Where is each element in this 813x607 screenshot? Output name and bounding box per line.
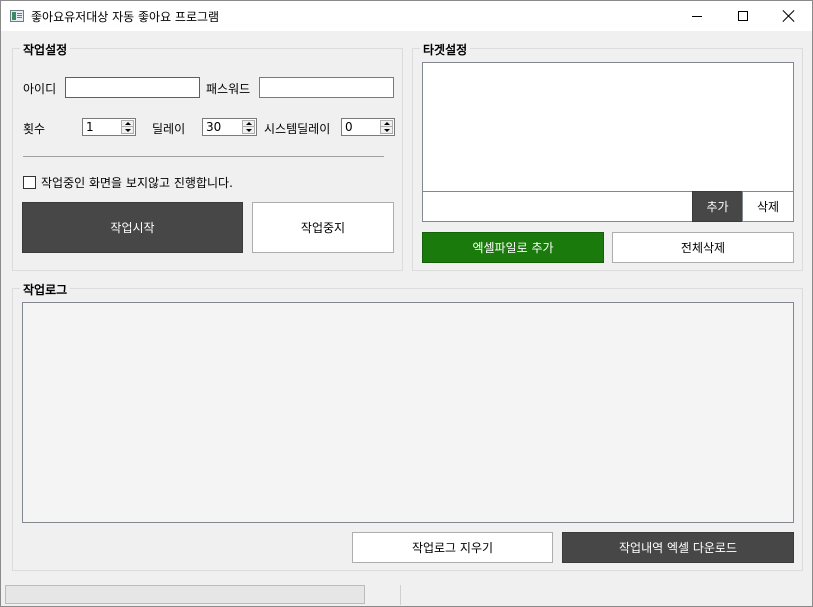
- count-label: 횟수: [23, 122, 46, 136]
- target-input[interactable]: [423, 192, 692, 221]
- add-target-button[interactable]: 추가: [692, 191, 743, 222]
- app-window-icon: [10, 10, 24, 22]
- download-excel-button[interactable]: 작업내역 엑셀 다운로드: [562, 532, 794, 563]
- system-delay-spin-buttons: [380, 120, 393, 134]
- maximize-icon: [738, 11, 748, 21]
- id-field[interactable]: [65, 77, 200, 98]
- delay-decrement-button[interactable]: [243, 127, 254, 133]
- arrow-up-icon: [245, 122, 252, 125]
- delete-all-button[interactable]: 전체삭제: [612, 232, 794, 263]
- task-settings-group: 작업설정 아이디 패스워드 횟수 1 딜레이 30 시스템딜레이 0 작업중인 …: [12, 41, 403, 271]
- clear-log-button[interactable]: 작업로그 지우기: [352, 532, 553, 563]
- system-delay-label: 시스템딜레이: [264, 122, 331, 136]
- count-value: 1: [86, 120, 94, 134]
- task-settings-title: 작업설정: [20, 41, 71, 58]
- minimize-icon: [692, 15, 702, 17]
- start-task-button[interactable]: 작업시작: [22, 202, 243, 253]
- arrow-up-icon: [383, 122, 390, 125]
- system-delay-stepper[interactable]: 0: [341, 118, 395, 136]
- progress-bar: [5, 585, 365, 604]
- arrow-down-icon: [383, 128, 390, 132]
- target-settings-group: 타겟설정 추가 삭제 엑셀파일로 추가 전체삭제: [412, 41, 803, 271]
- password-input[interactable]: [260, 78, 393, 97]
- id-label: 아이디: [23, 82, 57, 96]
- count-spin-buttons: [121, 120, 134, 134]
- title-bar[interactable]: 좋아요유저대상 자동 좋아요 프로그램: [1, 1, 812, 31]
- hide-browser-label[interactable]: 작업중인 화면을 보지않고 진행합니다.: [41, 174, 233, 191]
- delay-value: 30: [206, 120, 222, 134]
- password-field[interactable]: [259, 77, 394, 98]
- close-icon: [783, 10, 795, 22]
- status-divider: [400, 585, 401, 605]
- password-label: 패스워드: [206, 82, 251, 96]
- id-input[interactable]: [66, 78, 199, 97]
- target-settings-title: 타겟설정: [420, 41, 471, 58]
- target-list[interactable]: [422, 62, 794, 192]
- system-delay-decrement-button[interactable]: [381, 127, 392, 133]
- count-stepper[interactable]: 1: [82, 118, 136, 136]
- arrow-down-icon: [245, 128, 252, 132]
- count-decrement-button[interactable]: [122, 127, 133, 133]
- work-log-title: 작업로그: [20, 281, 71, 298]
- settings-separator: [23, 156, 384, 157]
- main-window: 좋아요유저대상 자동 좋아요 프로그램 작업설정 아이디 패스워드 횟수 1 딜…: [0, 0, 813, 607]
- window-title: 좋아요유저대상 자동 좋아요 프로그램: [31, 10, 220, 24]
- stop-task-button[interactable]: 작업중지: [252, 202, 394, 253]
- log-textarea[interactable]: [22, 302, 794, 523]
- close-button[interactable]: [766, 1, 812, 31]
- hide-browser-checkbox[interactable]: [23, 176, 36, 189]
- work-log-group: 작업로그 작업로그 지우기 작업내역 엑셀 다운로드: [12, 281, 803, 571]
- delete-target-button[interactable]: 삭제: [742, 191, 794, 222]
- arrow-down-icon: [124, 128, 131, 132]
- maximize-button[interactable]: [720, 1, 766, 31]
- delay-label: 딜레이: [152, 122, 186, 136]
- system-delay-value: 0: [345, 120, 353, 134]
- delay-spin-buttons: [242, 120, 255, 134]
- minimize-button[interactable]: [674, 1, 720, 31]
- arrow-up-icon: [124, 122, 131, 125]
- target-input-field[interactable]: [422, 191, 693, 222]
- delay-stepper[interactable]: 30: [202, 118, 257, 136]
- excel-import-button[interactable]: 엑셀파일로 추가: [422, 232, 604, 263]
